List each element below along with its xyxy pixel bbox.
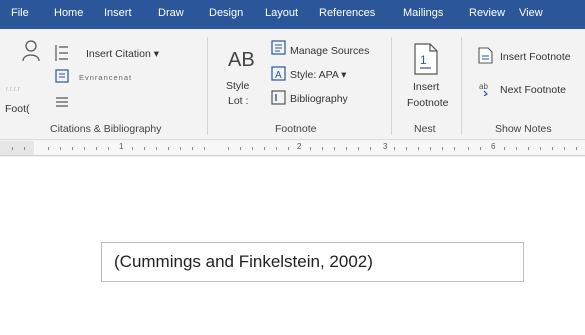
svg-text:ab: ab <box>479 82 488 91</box>
insert-footnote-button[interactable]: Insert Footnote <box>500 51 571 63</box>
tab-references[interactable]: References <box>319 7 375 19</box>
chevron-down-icon: ▾ <box>153 48 159 60</box>
update-table-icon[interactable] <box>55 95 69 109</box>
tab-layout[interactable]: Layout <box>265 7 298 19</box>
style-apa-dropdown[interactable]: Style: APA ▾ <box>290 69 346 81</box>
footnote-group-title: Footnote <box>275 123 317 135</box>
citation-content-control[interactable]: (Cummings and Finkelstein, 2002) <box>101 242 524 282</box>
tab-draw[interactable]: Draw <box>158 7 184 19</box>
tab-mailings[interactable]: Mailings <box>403 7 443 19</box>
lot-label[interactable]: Lot : <box>228 95 248 107</box>
show-notes-group-title: Show Notes <box>495 123 552 135</box>
faded-label: r.r.r.r <box>6 86 20 93</box>
insert-citation-button[interactable]: Insert Citation ▾ <box>86 48 159 60</box>
next-footnote-button[interactable]: Next Footnote <box>500 84 566 96</box>
manage-sources-icon[interactable] <box>271 40 286 55</box>
list-icon[interactable] <box>54 44 70 62</box>
chevron-down-icon: ▾ <box>341 69 347 81</box>
nest-group-title: Nest <box>414 123 436 135</box>
tab-home[interactable]: Home <box>54 7 83 19</box>
group-separator <box>391 37 392 135</box>
ruler-number: 3 <box>383 142 388 151</box>
group-separator <box>207 37 208 135</box>
placeholder-icon[interactable] <box>55 69 69 83</box>
next-footnote-icon[interactable]: ab <box>478 81 493 96</box>
document-page[interactable]: (Cummings and Finkelstein, 2002) <box>0 157 585 335</box>
footnote-label[interactable]: Footnote <box>407 97 448 109</box>
group-separator <box>461 37 462 135</box>
insert-footnote-icon[interactable] <box>478 47 493 64</box>
garbled-label[interactable]: Evnrancenat <box>79 73 132 82</box>
tab-design[interactable]: Design <box>209 7 243 19</box>
citations-group-title: Citations & Bibliography <box>50 123 162 135</box>
ruler-number: 6 <box>491 142 496 151</box>
tab-insert[interactable]: Insert <box>104 7 132 19</box>
tab-review[interactable]: Review <box>469 7 505 19</box>
svg-text:1: 1 <box>420 53 427 67</box>
ab-icon[interactable]: AB <box>228 49 255 72</box>
citation-text[interactable]: (Cummings and Finkelstein, 2002) <box>114 252 373 272</box>
bibliography-button[interactable]: Bibliography <box>290 93 348 105</box>
insert-footnote-document-icon[interactable]: 1 <box>413 43 439 75</box>
tab-view[interactable]: View <box>519 7 543 19</box>
foot-label[interactable]: Foot( <box>5 103 30 115</box>
ribbon-tab-bar: File Home Insert Draw Design Layout Refe… <box>0 0 585 29</box>
svg-text:A: A <box>275 70 282 81</box>
insert-label[interactable]: Insert <box>413 81 439 93</box>
style-label[interactable]: Style <box>226 80 249 92</box>
tab-file[interactable]: File <box>11 7 29 19</box>
manage-sources-button[interactable]: Manage Sources <box>290 45 369 57</box>
bibliography-icon[interactable] <box>271 90 286 105</box>
ruler-number: 2 <box>297 142 302 151</box>
style-icon[interactable]: A <box>271 66 286 81</box>
horizontal-ruler[interactable]: 1 2 3 6 <box>0 141 585 156</box>
ribbon: r.r.r.r Foot( Insert Citation ▾ Evnrance… <box>0 29 585 140</box>
person-icon[interactable] <box>22 39 44 63</box>
ruler-number: 1 <box>119 142 124 151</box>
